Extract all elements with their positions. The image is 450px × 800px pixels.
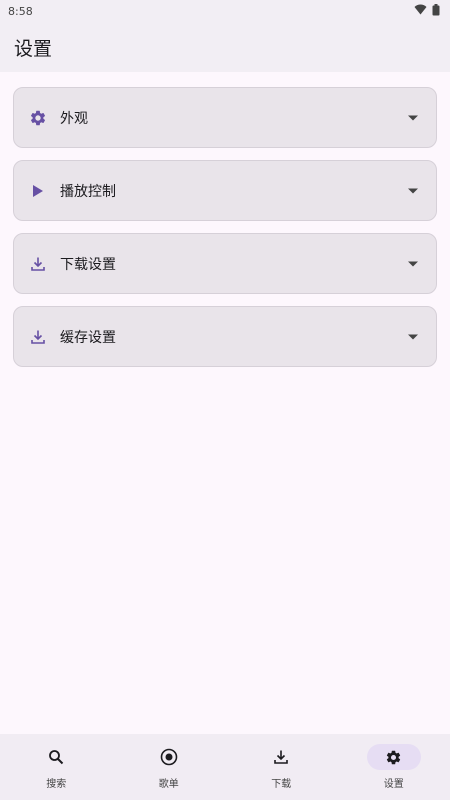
download-icon: [28, 327, 48, 347]
status-time: 8:58: [8, 4, 33, 18]
download-icon: [28, 254, 48, 274]
section-label: 缓存设置: [60, 329, 116, 346]
gear-icon: [366, 744, 421, 770]
page-title: 设置: [14, 37, 53, 60]
section-label: 下载设置: [60, 256, 116, 273]
app-bar: 设置: [0, 22, 450, 72]
nav-item-playlist[interactable]: 歌单: [113, 734, 226, 800]
bottom-navigation: 搜索 歌单 下载 设置: [0, 734, 450, 800]
section-download-settings[interactable]: 下载设置: [13, 233, 437, 294]
chevron-down-icon: [406, 257, 420, 271]
search-icon: [29, 744, 83, 770]
nav-item-search[interactable]: 搜索: [0, 734, 113, 800]
nav-item-downloads[interactable]: 下载: [225, 734, 338, 800]
nav-item-settings[interactable]: 设置: [338, 734, 450, 800]
section-label: 播放控制: [60, 183, 116, 200]
section-label: 外观: [60, 110, 88, 127]
chevron-down-icon: [406, 111, 420, 125]
battery-icon: [432, 3, 440, 19]
nav-label: 设置: [383, 779, 404, 790]
play-icon: [28, 181, 48, 201]
gear-icon: [28, 108, 48, 128]
section-cache-settings[interactable]: 缓存设置: [13, 306, 437, 367]
chevron-down-icon: [406, 330, 420, 344]
record-icon: [142, 744, 196, 770]
section-playback-control[interactable]: 播放控制: [13, 160, 437, 221]
chevron-down-icon: [406, 184, 420, 198]
download-icon: [254, 744, 308, 770]
section-appearance[interactable]: 外观: [13, 87, 437, 148]
status-icons: [414, 3, 440, 19]
nav-label: 下载: [271, 779, 292, 790]
nav-label: 搜索: [46, 779, 67, 790]
status-bar: 8:58: [0, 0, 450, 22]
wifi-icon: [414, 4, 427, 18]
nav-label: 歌单: [158, 779, 179, 790]
settings-list: 外观 播放控制 下载设置 缓存设置: [0, 72, 450, 367]
